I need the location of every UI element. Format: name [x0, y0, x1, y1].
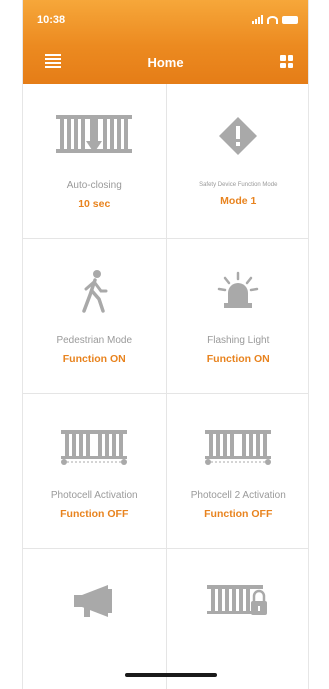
tile-megaphone[interactable]	[23, 549, 167, 689]
photocell-gate-icon	[61, 430, 128, 465]
tile-safety-device[interactable]: Safety Device Function Mode Mode 1	[166, 84, 308, 239]
page-title: Home	[147, 55, 184, 70]
tile-label: Photocell Activation	[50, 490, 138, 501]
top-bar: 10:38 Home	[23, 0, 308, 84]
tile-value: Mode 1	[220, 195, 257, 207]
tile-label: Safety Device Function Mode	[199, 182, 278, 188]
tile-value: 10 sec	[78, 198, 111, 210]
tile-label: Flashing Light	[207, 335, 270, 346]
home-indicator[interactable]	[125, 673, 217, 677]
pedestrian-icon	[82, 270, 108, 313]
warning-diamond-icon	[219, 117, 258, 155]
tile-pedestrian-mode[interactable]: Pedestrian Mode Function ON	[23, 239, 167, 394]
grid-view-icon[interactable]	[280, 55, 293, 68]
tile-photocell-2-activation[interactable]: Photocell 2 Activation Function OFF	[166, 394, 308, 549]
app-screen: 10:38 Home Auto-closing 10 sec Safety De…	[22, 0, 309, 689]
tile-value: Function ON	[206, 353, 270, 365]
megaphone-icon	[74, 585, 113, 617]
tile-flashing-light[interactable]: Flashing Light Function ON	[166, 239, 308, 394]
signal-icon	[252, 15, 263, 24]
wifi-icon	[267, 16, 278, 24]
flashing-light-icon	[218, 271, 259, 308]
tile-gate-lock[interactable]	[167, 549, 309, 689]
tile-label: Pedestrian Mode	[56, 335, 133, 346]
tile-value: Function OFF	[204, 508, 273, 520]
tile-photocell-activation[interactable]: Photocell Activation Function OFF	[23, 394, 167, 549]
tile-auto-closing[interactable]: Auto-closing 10 sec	[23, 84, 167, 239]
status-time: 10:38	[37, 14, 66, 26]
gate-lock-icon	[207, 585, 268, 615]
photocell-gate-icon	[205, 430, 272, 465]
tile-label: Auto-closing	[66, 180, 122, 191]
status-icons	[252, 15, 298, 24]
tile-value: Function ON	[62, 353, 126, 365]
tile-label: Photocell 2 Activation	[190, 490, 286, 501]
gate-closing-icon	[56, 115, 133, 153]
tile-value: Function OFF	[60, 508, 129, 520]
feature-grid: Auto-closing 10 sec Safety Device Functi…	[23, 84, 309, 689]
battery-icon	[282, 16, 298, 24]
